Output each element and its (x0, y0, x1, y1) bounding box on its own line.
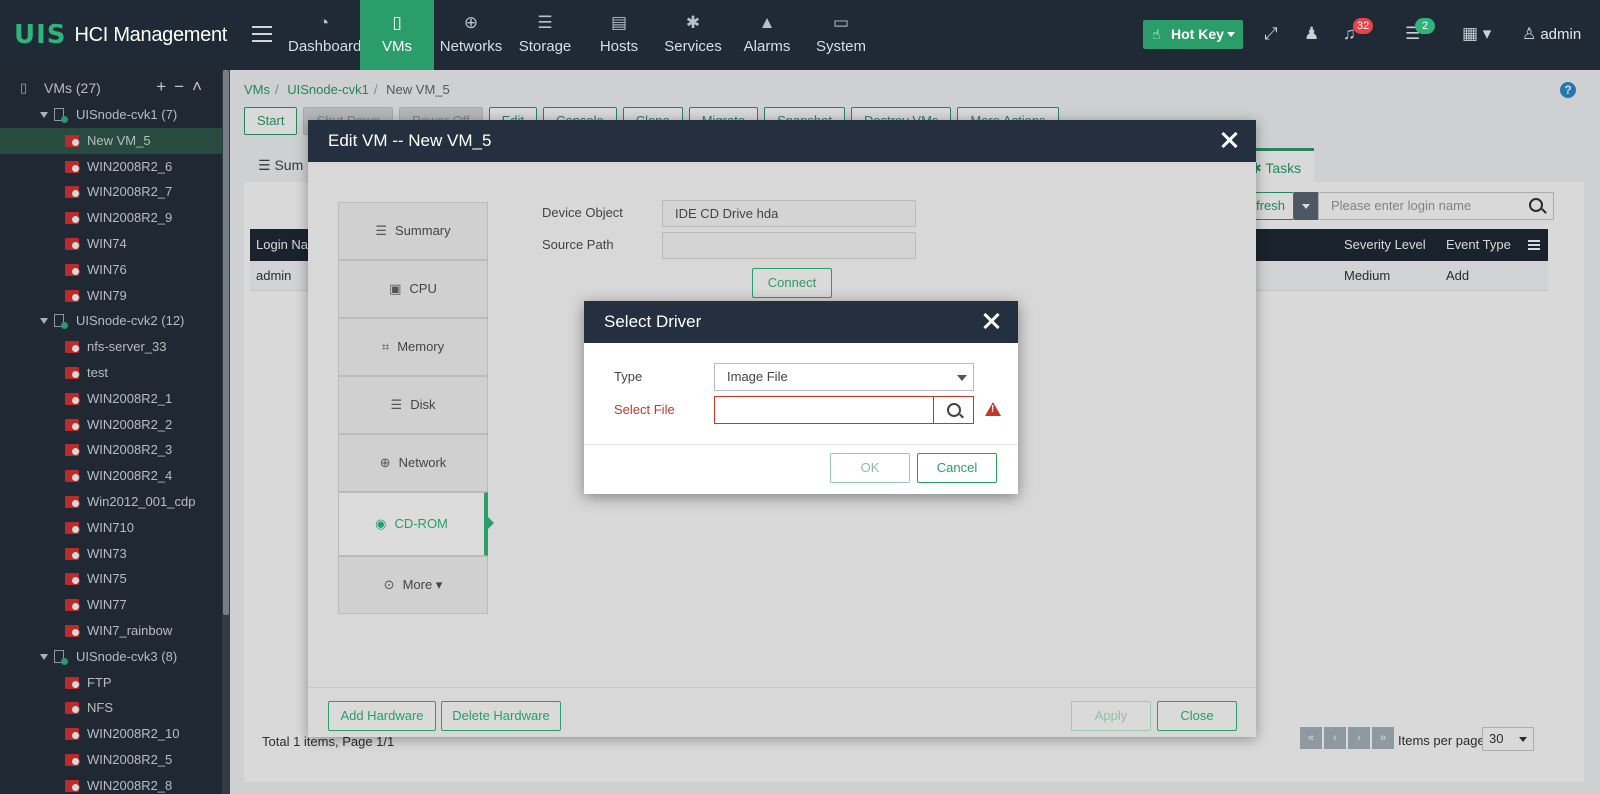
more-icon: ⊙ (383, 577, 395, 592)
select-file-input[interactable] (714, 396, 934, 424)
cancel-button[interactable]: Cancel (917, 453, 997, 483)
hot-key-button[interactable]: ☝ Hot Key (1143, 20, 1243, 49)
tab-disk[interactable]: ☰ Disk (338, 376, 488, 434)
user-icon: ♙ (1522, 26, 1537, 43)
hot-key-label: Hot Key (1171, 26, 1224, 42)
browse-file-button[interactable] (933, 396, 974, 424)
nav-label: Dashboard (288, 38, 362, 55)
fullscreen-icon[interactable]: ⤢ (1264, 24, 1278, 44)
nav-system[interactable]: ▭ System (804, 0, 878, 70)
tab-label: CPU (409, 281, 437, 296)
gauge-icon: ◔ (318, 13, 330, 32)
device-object-field: IDE CD Drive hda (662, 200, 916, 227)
add-hardware-button[interactable]: Add Hardware (328, 701, 436, 731)
nav-alarms[interactable]: ▲ Alarms (730, 0, 804, 70)
tab-label: Memory (397, 339, 445, 354)
username: admin (1540, 26, 1582, 43)
chevron-down-icon: ▾ (432, 577, 443, 592)
apply-button[interactable]: Apply (1071, 701, 1151, 731)
edit-vm-header: Edit VM -- New VM_5 (308, 120, 1256, 162)
monitor-icon: ▭ (832, 13, 850, 32)
hardware-tabs: ☰ Summary ▣ CPU ⌗ Memory ☰ Disk ⊕ Network ◉ CD-ROM ⊙… (338, 202, 494, 614)
device-object-label: Device Object (542, 205, 623, 220)
disk-icon: ☰ (390, 397, 403, 412)
select-driver-title: Select Driver (604, 312, 702, 331)
logo-mark: UIS (14, 20, 67, 50)
type-label: Type (614, 369, 643, 384)
nav-label: Networks (439, 38, 503, 55)
tab-label: More (402, 577, 433, 592)
tab-memory[interactable]: ⌗ Memory (338, 318, 488, 376)
delete-hardware-button[interactable]: Delete Hardware (441, 701, 561, 731)
select-file-label: Select File (614, 402, 675, 417)
select-driver-header: Select Driver (584, 301, 1018, 343)
chevron-down-icon (1227, 32, 1235, 37)
source-path-field[interactable] (662, 232, 916, 259)
alarm-count-badge: 32 (1353, 18, 1374, 34)
tab-more[interactable]: ⊙ More ▾ (338, 556, 488, 614)
warning-icon (985, 402, 1001, 416)
nav-vms[interactable]: ▯ VMs (360, 0, 434, 76)
user-menu[interactable]: ♙ admin (1522, 24, 1581, 44)
server-icon: ▤ (610, 13, 628, 32)
connect-button[interactable]: Connect (752, 268, 832, 298)
nav-label: Storage (518, 38, 572, 55)
database-icon: ☰ (537, 13, 553, 32)
hand-pointer-icon: ☝ (1152, 26, 1161, 42)
nav-dashboard[interactable]: ◔ Dashboard (288, 0, 362, 70)
tab-cdrom[interactable]: ◉ CD-ROM (338, 492, 494, 556)
tab-summary[interactable]: ☰ Summary (338, 202, 488, 260)
select-driver-dialog: Select Driver Type Image File Select Fil… (584, 301, 1018, 494)
nav-label: System (815, 38, 866, 55)
vm-icon: ▯ (392, 13, 402, 32)
tab-network[interactable]: ⊕ Network (338, 434, 488, 492)
close-button[interactable]: Close (1157, 701, 1237, 731)
main-nav: ◔ Dashboard ▯ VMs ⊕ Networks ☰ Storage ▤ Hosts ✱ Se… (288, 0, 878, 76)
nav-networks[interactable]: ⊕ Networks (434, 0, 508, 70)
calendar-dropdown-icon[interactable]: ▦ ▾ (1462, 24, 1491, 44)
close-icon[interactable] (982, 311, 1000, 331)
ok-button[interactable]: OK (830, 453, 910, 483)
menu-toggle-icon[interactable] (252, 26, 272, 42)
app-logo[interactable]: UIS HCI Management (14, 20, 227, 50)
task-list-button[interactable]: ☰ 2 (1405, 18, 1435, 44)
globe-icon: ⊕ (379, 455, 391, 470)
tab-label: Network (398, 455, 447, 470)
cdrom-icon: ◉ (375, 516, 387, 531)
edit-vm-title: Edit VM -- New VM_5 (328, 131, 492, 150)
nav-label: VMs (382, 38, 412, 55)
tab-label: Summary (395, 223, 451, 238)
type-select[interactable]: Image File (714, 363, 974, 391)
nav-hosts[interactable]: ▤ Hosts (582, 0, 656, 70)
cpu-icon: ▣ (389, 281, 402, 296)
source-path-label: Source Path (542, 237, 614, 252)
nav-label: Services (664, 38, 722, 55)
nav-label: Hosts (599, 38, 639, 55)
tab-cpu[interactable]: ▣ CPU (338, 260, 488, 318)
close-icon[interactable] (1220, 130, 1238, 150)
nav-label: Alarms (743, 38, 791, 55)
edit-vm-footer: Add Hardware Delete Hardware Apply Close (308, 687, 1256, 737)
tab-label: Disk (410, 397, 436, 412)
list-icon: ☰ (375, 223, 388, 238)
search-icon (947, 403, 961, 417)
nav-storage[interactable]: ☰ Storage (508, 0, 582, 70)
top-navbar: UIS HCI Management ◔ Dashboard ▯ VMs ⊕ Networ… (0, 0, 1600, 76)
nav-services[interactable]: ✱ Services (656, 0, 730, 70)
globe-icon: ⊕ (463, 13, 479, 32)
tab-label: CD-ROM (394, 516, 448, 531)
alarm-bell-button[interactable]: ♫ 32 (1343, 18, 1374, 44)
task-count-badge: 2 (1415, 18, 1435, 34)
divider (584, 444, 1018, 445)
app-title: HCI Management (74, 23, 228, 46)
memory-icon: ⌗ (381, 339, 390, 354)
skin-shirt-icon[interactable]: ♟ (1304, 24, 1319, 44)
bell-icon: ▲ (758, 13, 776, 32)
gear-icon: ✱ (685, 13, 701, 32)
